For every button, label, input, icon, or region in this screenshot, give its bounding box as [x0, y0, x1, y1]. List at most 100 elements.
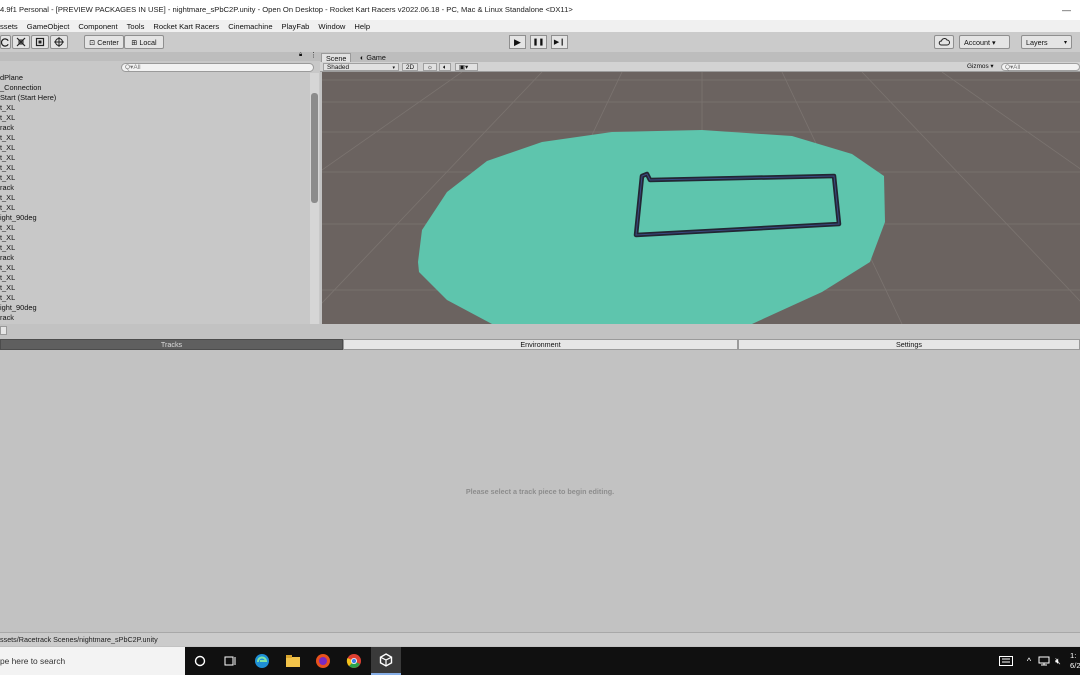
- hierarchy-scrollbar[interactable]: [310, 73, 319, 324]
- panel-divider: [0, 324, 1080, 338]
- space-local-button[interactable]: ⊞ Local: [124, 35, 164, 49]
- hierarchy-item[interactable]: t_XL: [0, 153, 310, 163]
- scene-tab-bar: Scene ◐ Game: [320, 52, 1080, 63]
- hierarchy-item[interactable]: t_XL: [0, 283, 310, 293]
- cortana-icon[interactable]: [190, 651, 210, 671]
- chrome-icon[interactable]: [344, 651, 364, 671]
- menu-component[interactable]: Component: [78, 22, 117, 31]
- menu-icon[interactable]: ⋮: [310, 51, 317, 59]
- menu-tools[interactable]: Tools: [127, 22, 145, 31]
- hierarchy-item[interactable]: t_XL: [0, 113, 310, 123]
- tab-environment[interactable]: Environment: [343, 339, 738, 350]
- menu-cinemachine[interactable]: Cinemachine: [228, 22, 272, 31]
- image-icon: ▣▾: [459, 64, 469, 71]
- play-button[interactable]: ▶: [509, 35, 526, 49]
- tab-tracks[interactable]: Tracks: [0, 339, 343, 350]
- hierarchy-item[interactable]: ight_90deg: [0, 213, 310, 223]
- shading-mode-label: Shaded: [327, 64, 350, 71]
- hierarchy-item[interactable]: t_XL: [0, 193, 310, 203]
- transform-tool-icon[interactable]: [50, 35, 68, 49]
- hierarchy-item[interactable]: t_XL: [0, 163, 310, 173]
- track-editor-panel: Please select a track piece to begin edi…: [0, 350, 1080, 632]
- collab-cloud-button[interactable]: [934, 35, 954, 49]
- scale-tool-icon[interactable]: [12, 35, 30, 49]
- shading-mode-dropdown[interactable]: Shaded ▾: [323, 63, 399, 71]
- hierarchy-item[interactable]: rack: [0, 313, 310, 323]
- space-label: Local: [139, 37, 157, 47]
- pivot-center-button[interactable]: ⊡ Center: [84, 35, 124, 49]
- step-icon: ▶❙: [553, 39, 566, 46]
- rect-tool-icon[interactable]: [31, 35, 49, 49]
- chevron-down-icon: ▾: [1063, 39, 1067, 46]
- hierarchy-item[interactable]: t_XL: [0, 243, 310, 253]
- sun-icon: ☼: [427, 64, 433, 71]
- hierarchy-item[interactable]: t_XL: [0, 203, 310, 213]
- hierarchy-item[interactable]: Start (Start Here): [0, 93, 310, 103]
- hierarchy-item[interactable]: rack: [0, 123, 310, 133]
- gizmos-dropdown[interactable]: Gizmos ▾: [964, 63, 997, 71]
- menu-bar: ssets GameObject Component Tools Rocket …: [0, 20, 1080, 32]
- menu-gameobject[interactable]: GameObject: [27, 22, 70, 31]
- keyboard-icon[interactable]: [996, 651, 1016, 671]
- unity-taskbar-icon[interactable]: [371, 647, 401, 675]
- hierarchy-item[interactable]: t_XL: [0, 273, 310, 283]
- scene-canvas: [322, 72, 1080, 324]
- tab-game-label: Game: [366, 53, 386, 62]
- menu-assets[interactable]: ssets: [0, 22, 18, 31]
- hierarchy-item[interactable]: t_XL: [0, 103, 310, 113]
- hierarchy-item[interactable]: t_XL: [0, 293, 310, 303]
- taskbar-search-input[interactable]: pe here to search: [0, 647, 185, 675]
- pivot-label: Center: [97, 37, 119, 47]
- audio-toggle[interactable]: 🔈︎: [439, 63, 451, 71]
- account-dropdown[interactable]: Account ▾: [959, 35, 1010, 49]
- hierarchy-item[interactable]: rack: [0, 183, 310, 193]
- game-icon: ◐: [360, 53, 365, 62]
- hierarchy-item[interactable]: t_XL: [0, 233, 310, 243]
- clock[interactable]: 1: 6/2: [1070, 651, 1080, 671]
- rotate-tool-icon[interactable]: [0, 35, 11, 49]
- layers-label: Layers: [1026, 37, 1048, 47]
- clock-time: 1:: [1070, 651, 1077, 660]
- file-explorer-icon[interactable]: [283, 651, 303, 671]
- window-title: 4.9f1 Personal - [PREVIEW PACKAGES IN US…: [0, 5, 573, 14]
- minimize-button[interactable]: —: [1053, 0, 1080, 20]
- local-space-icon: ⊞: [131, 37, 138, 47]
- firefox-icon[interactable]: [313, 651, 333, 671]
- hierarchy-item[interactable]: dPlane: [0, 73, 310, 83]
- scrollbar-thumb[interactable]: [311, 93, 318, 203]
- collapse-icon[interactable]: [0, 326, 7, 335]
- scene-search-input[interactable]: Q▾All: [1001, 63, 1080, 71]
- effects-dropdown[interactable]: ▣▾: [455, 63, 478, 71]
- layers-dropdown[interactable]: Layers ▾: [1021, 35, 1072, 49]
- lighting-toggle[interactable]: ☼: [423, 63, 437, 71]
- pause-button[interactable]: ❚❚: [530, 35, 547, 49]
- menu-window[interactable]: Window: [318, 22, 345, 31]
- track-editor-tabs: Tracks Environment Settings: [0, 339, 1080, 350]
- edge-icon[interactable]: [252, 651, 272, 671]
- empty-state-message: Please select a track piece to begin edi…: [465, 487, 615, 496]
- menu-playfab[interactable]: PlayFab: [282, 22, 310, 31]
- hierarchy-item[interactable]: _Connection: [0, 83, 310, 93]
- hierarchy-item[interactable]: rack: [0, 253, 310, 263]
- hierarchy-list: dPlane _Connection Start (Start Here) t_…: [0, 73, 310, 323]
- hierarchy-item[interactable]: t_XL: [0, 223, 310, 233]
- step-button[interactable]: ▶❙: [551, 35, 568, 49]
- hierarchy-search-input[interactable]: Q▾All: [121, 63, 314, 72]
- menu-help[interactable]: Help: [354, 22, 370, 31]
- task-view-icon[interactable]: [220, 651, 240, 671]
- hierarchy-item[interactable]: t_XL: [0, 133, 310, 143]
- hierarchy-item[interactable]: t_XL: [0, 143, 310, 153]
- hierarchy-item[interactable]: ight_90deg: [0, 303, 310, 313]
- mode-2d-toggle[interactable]: 2D: [402, 63, 419, 71]
- hierarchy-item[interactable]: t_XL: [0, 173, 310, 183]
- scene-toolbar: Shaded ▾ 2D ☼ 🔈︎ ▣▾ Gizmos ▾ Q▾All: [320, 62, 1080, 72]
- tab-settings[interactable]: Settings: [738, 339, 1080, 350]
- lock-icon[interactable]: 🔒︎: [299, 52, 302, 59]
- chevron-down-icon: ▾: [392, 65, 395, 71]
- scene-viewport[interactable]: [322, 72, 1080, 324]
- volume-icon[interactable]: 🔇︎: [1048, 651, 1068, 671]
- menu-rocket-kart-racers[interactable]: Rocket Kart Racers: [153, 22, 219, 31]
- hierarchy-item[interactable]: t_XL: [0, 263, 310, 273]
- scene-path: ssets/Racetrack Scenes/nightmare_sPbC2P.…: [0, 635, 158, 644]
- cloud-icon: [938, 38, 950, 46]
